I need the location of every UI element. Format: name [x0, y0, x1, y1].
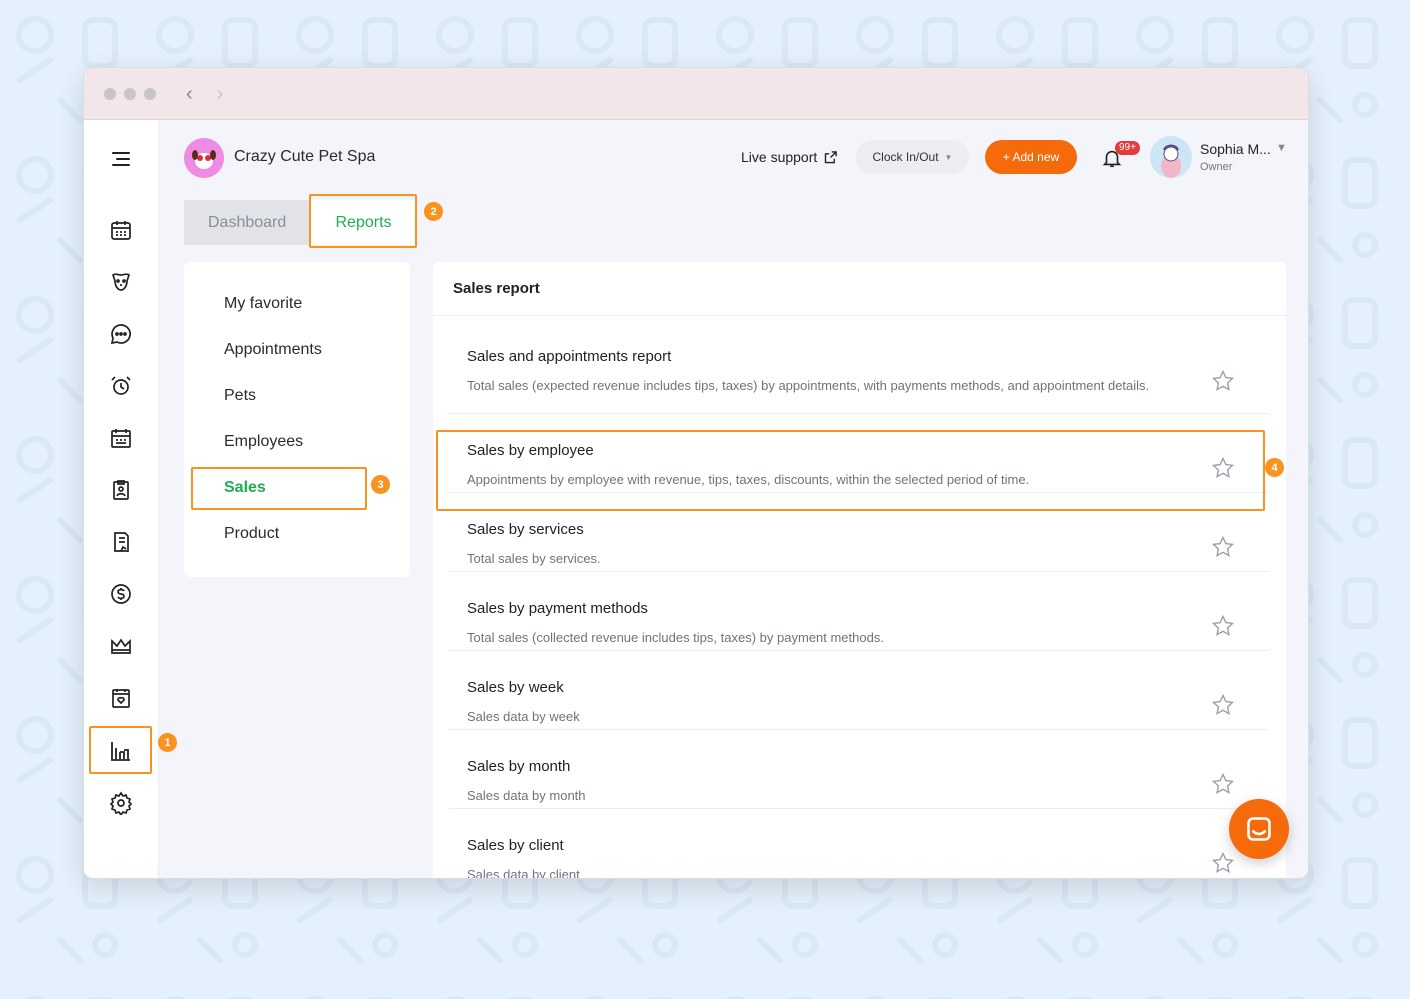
- booking-icon[interactable]: [109, 686, 133, 710]
- window-minimize-dot[interactable]: [124, 87, 136, 100]
- window-maximize-dot[interactable]: [144, 87, 156, 100]
- menu-item-my-favorite[interactable]: My favorite: [224, 295, 302, 313]
- user-menu-caret-icon[interactable]: ▼: [1276, 142, 1287, 154]
- report-row-sales-by-month[interactable]: Sales by month Sales data by month: [449, 730, 1269, 809]
- report-title: Sales and appointments report: [467, 348, 672, 365]
- avatar[interactable]: [1150, 136, 1192, 178]
- sales-report-panel: Sales report Sales and appointments repo…: [433, 262, 1286, 879]
- report-row-sales-by-services[interactable]: Sales by services Total sales by service…: [449, 493, 1269, 572]
- add-new-label: + Add new: [1002, 150, 1060, 164]
- caret-down-icon: ▼: [944, 152, 953, 162]
- report-row-sales-by-client[interactable]: Sales by client Sales data by client: [449, 809, 1269, 879]
- report-title: Sales by month: [467, 758, 571, 775]
- report-description: Total sales by services.: [467, 551, 601, 566]
- user-name[interactable]: Sophia M...: [1200, 141, 1271, 157]
- business-logo: [184, 138, 224, 178]
- callout-number: 4: [1265, 458, 1284, 477]
- menu-item-product[interactable]: Product: [224, 525, 279, 543]
- chevron-left-icon[interactable]: ‹: [186, 84, 193, 104]
- report-description: Total sales (collected revenue includes …: [467, 630, 884, 645]
- window-close-dot[interactable]: [104, 87, 116, 100]
- star-icon[interactable]: [1211, 369, 1235, 393]
- star-icon[interactable]: [1211, 693, 1235, 717]
- calendar-icon[interactable]: [109, 218, 133, 242]
- page-tabs: Dashboard Reports: [184, 200, 417, 245]
- report-title: Sales by client: [467, 837, 564, 854]
- reports-chart-icon[interactable]: [109, 739, 133, 763]
- star-icon[interactable]: [1211, 535, 1235, 559]
- live-support-link[interactable]: Live support: [741, 149, 838, 165]
- external-link-icon: [825, 150, 838, 163]
- report-title: Sales by week: [467, 679, 564, 696]
- clock-in-out-button[interactable]: Clock In/Out ▼: [856, 140, 969, 174]
- schedule-icon[interactable]: [109, 426, 133, 450]
- chat-widget-button[interactable]: [1229, 799, 1289, 859]
- settings-icon[interactable]: [109, 791, 133, 815]
- callout-number: 1: [158, 733, 177, 752]
- chat-bubble-icon: [1247, 817, 1271, 841]
- panel-title: Sales report: [433, 262, 1286, 316]
- chevron-right-icon[interactable]: ›: [217, 84, 224, 104]
- app-window: ‹ › Crazy Cute Pet Spa Live support Cloc…: [83, 67, 1309, 879]
- star-icon[interactable]: [1211, 456, 1235, 480]
- callout-number: 3: [371, 475, 390, 494]
- notification-badge: 99+: [1115, 141, 1140, 155]
- dollar-icon[interactable]: [109, 582, 133, 606]
- menu-item-sales[interactable]: Sales: [224, 479, 266, 497]
- star-icon[interactable]: [1211, 614, 1235, 638]
- live-support-label: Live support: [741, 149, 818, 165]
- star-icon[interactable]: [1211, 851, 1235, 875]
- add-new-button[interactable]: + Add new: [985, 140, 1077, 174]
- report-description: Sales data by month: [467, 788, 586, 803]
- user-role: Owner: [1200, 161, 1233, 173]
- top-header: Crazy Cute Pet Spa Live support Clock In…: [184, 136, 1287, 178]
- report-description: Total sales (expected revenue includes t…: [467, 378, 1150, 393]
- report-row-sales-appointments[interactable]: Sales and appointments report Total sale…: [449, 316, 1269, 414]
- clipboard-icon[interactable]: [109, 478, 133, 502]
- menu-item-employees[interactable]: Employees: [224, 433, 303, 451]
- report-description: Sales data by client: [467, 867, 580, 879]
- pet-icon[interactable]: [109, 270, 133, 294]
- menu-item-appointments[interactable]: Appointments: [224, 341, 322, 359]
- tab-dashboard[interactable]: Dashboard: [184, 200, 310, 245]
- title-bar: ‹ ›: [84, 68, 1308, 120]
- report-title: Sales by payment methods: [467, 600, 648, 617]
- chat-icon[interactable]: [109, 322, 133, 346]
- report-row-sales-by-employee[interactable]: Sales by employee Appointments by employ…: [449, 414, 1269, 493]
- report-description: Sales data by week: [467, 709, 580, 724]
- menu-item-pets[interactable]: Pets: [224, 387, 256, 405]
- sidebar: [84, 120, 159, 878]
- alarm-clock-icon[interactable]: [109, 374, 133, 398]
- business-name[interactable]: Crazy Cute Pet Spa: [234, 148, 375, 166]
- crown-icon[interactable]: [109, 634, 133, 658]
- report-row-sales-by-week[interactable]: Sales by week Sales data by week: [449, 651, 1269, 730]
- callout-number: 2: [424, 202, 443, 221]
- tab-reports[interactable]: Reports: [310, 200, 417, 245]
- clock-button-label: Clock In/Out: [872, 150, 939, 164]
- report-row-sales-by-payment-methods[interactable]: Sales by payment methods Total sales (co…: [449, 572, 1269, 651]
- main-content: Crazy Cute Pet Spa Live support Clock In…: [160, 120, 1308, 878]
- report-category-menu: My favorite Appointments Pets Employees …: [184, 262, 410, 577]
- star-icon[interactable]: [1211, 772, 1235, 796]
- menu-icon[interactable]: [109, 147, 133, 171]
- report-description: Appointments by employee with revenue, t…: [467, 472, 1030, 487]
- report-title: Sales by services: [467, 521, 584, 538]
- report-title: Sales by employee: [467, 442, 594, 459]
- document-icon[interactable]: [109, 530, 133, 554]
